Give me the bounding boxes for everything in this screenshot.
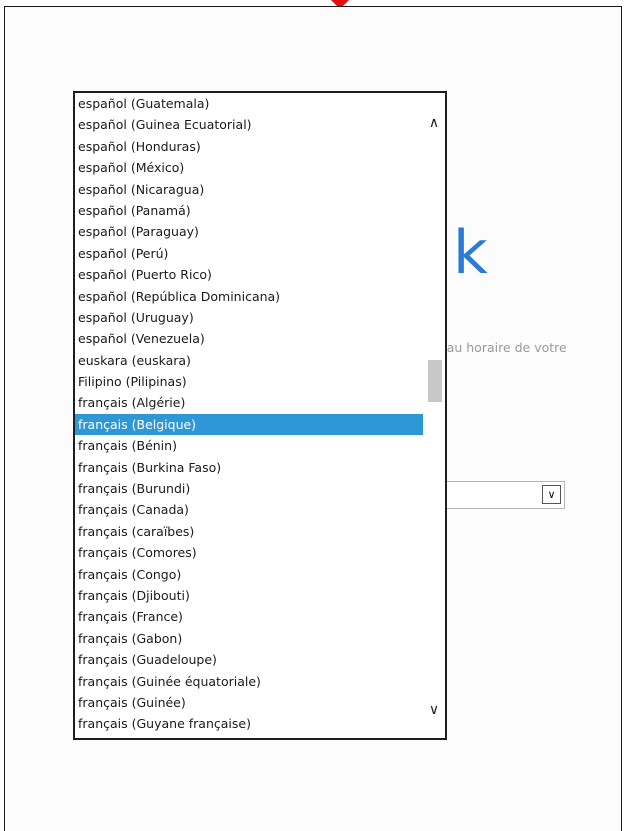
list-item[interactable]: euskara (euskara) xyxy=(75,350,425,371)
list-item[interactable]: español (Panamá) xyxy=(75,200,425,221)
chevron-up-icon[interactable]: ∧ xyxy=(423,113,445,133)
list-item[interactable]: français (Congo) xyxy=(75,564,425,585)
list-item[interactable]: français (Guinée équatoriale) xyxy=(75,671,425,692)
chevron-down-icon[interactable]: ∨ xyxy=(423,700,445,720)
list-item[interactable]: français (Algérie) xyxy=(75,392,425,413)
chevron-down-icon[interactable]: ∨ xyxy=(542,485,561,504)
list-item-selected[interactable]: français (Belgique) xyxy=(75,413,425,436)
list-item[interactable]: español (Guinea Ecuatorial) xyxy=(75,114,425,135)
list-item[interactable]: français (France) xyxy=(75,606,425,627)
list-item[interactable]: français (Guinée) xyxy=(75,692,425,713)
list-item[interactable]: français (Djibouti) xyxy=(75,585,425,606)
list-item[interactable]: français (Gabon) xyxy=(75,628,425,649)
options-list: español (Guatemala) español (Guinea Ecua… xyxy=(75,93,425,735)
list-item[interactable]: español (Paraguay) xyxy=(75,221,425,242)
list-item[interactable]: español (Perú) xyxy=(75,243,425,264)
list-item[interactable]: español (Puerto Rico) xyxy=(75,264,425,285)
list-item[interactable]: español (Nicaragua) xyxy=(75,179,425,200)
list-item[interactable]: français (Comores) xyxy=(75,542,425,563)
list-item[interactable]: español (Honduras) xyxy=(75,136,425,157)
list-item[interactable]: español (Uruguay) xyxy=(75,307,425,328)
list-item[interactable]: español (México) xyxy=(75,157,425,178)
list-item[interactable]: français (Burundi) xyxy=(75,478,425,499)
list-item[interactable]: français (Canada) xyxy=(75,499,425,520)
list-item[interactable]: français (Guadeloupe) xyxy=(75,649,425,670)
list-item[interactable]: français (caraïbes) xyxy=(75,521,425,542)
scrollbar[interactable]: ∧ ∨ xyxy=(423,93,445,738)
list-item[interactable]: español (Venezuela) xyxy=(75,328,425,349)
list-item[interactable]: español (Guatemala) xyxy=(75,93,425,114)
list-item[interactable]: español (República Dominicana) xyxy=(75,286,425,307)
list-item[interactable]: français (Bénin) xyxy=(75,435,425,456)
heading-fragment: k xyxy=(453,218,488,288)
scrollbar-thumb[interactable] xyxy=(428,360,442,402)
language-dropdown-list[interactable]: español (Guatemala) español (Guinea Ecua… xyxy=(73,91,447,740)
list-item[interactable]: français (Guyane française) xyxy=(75,713,425,734)
timezone-hint-text: eau horaire de votre xyxy=(439,340,567,355)
list-item[interactable]: français (Burkina Faso) xyxy=(75,457,425,478)
list-item[interactable]: Filipino (Pilipinas) xyxy=(75,371,425,392)
